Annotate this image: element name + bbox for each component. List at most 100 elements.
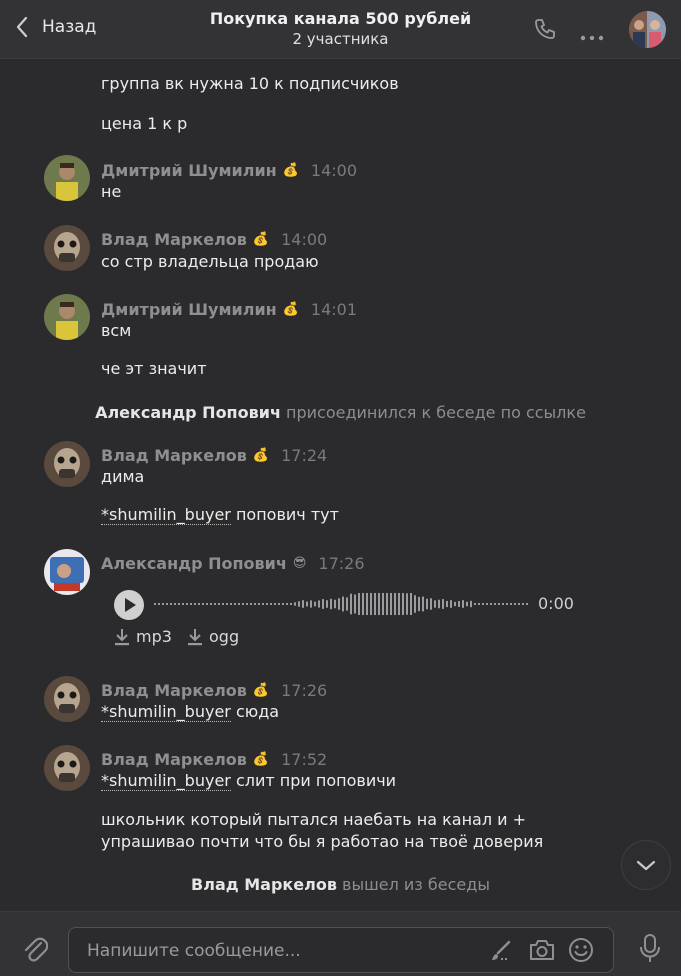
avatar-vlad[interactable]: [44, 676, 90, 722]
waveform-bar: [394, 593, 396, 615]
waveform-bar: [162, 603, 164, 605]
message-author[interactable]: Дмитрий Шумилин 💰 14:01: [101, 299, 357, 321]
scroll-down-button[interactable]: [621, 840, 671, 890]
waveform-bar: [166, 603, 168, 605]
waveform-bar: [282, 603, 284, 605]
waveform-bar: [230, 603, 232, 605]
more-button[interactable]: [580, 26, 604, 45]
message-time: 17:24: [281, 446, 328, 465]
service-user-name[interactable]: Влад Маркелов: [191, 875, 337, 894]
chat-title-block[interactable]: Покупка канала 500 рублей 2 участника: [0, 9, 681, 49]
avatar-vlad[interactable]: [44, 441, 90, 487]
waveform-bar: [178, 603, 180, 605]
avatar-dmitry[interactable]: [44, 294, 90, 340]
message-author[interactable]: Влад Маркелов 💰 17:52: [101, 749, 327, 771]
voice-record-button[interactable]: [639, 934, 661, 968]
service-text: присоединился к беседе по ссылке: [286, 403, 586, 422]
waveform-bar: [522, 603, 524, 605]
download-mp3-link[interactable]: mp3: [114, 627, 172, 646]
avatar-vlad[interactable]: [44, 745, 90, 791]
message-text: группа вк нужна 10 к подписчиков: [101, 74, 399, 93]
message-text-rest: слит при поповичи: [230, 771, 397, 790]
message-text: не: [101, 182, 122, 201]
waveform-bar: [406, 593, 408, 615]
chat-avatar[interactable]: [629, 11, 666, 48]
waveform-bar: [374, 593, 376, 615]
waveform-bar: [194, 603, 196, 605]
waveform-bar: [482, 603, 484, 605]
waveform-bar: [310, 600, 312, 608]
voice-message: 0:00: [114, 590, 584, 620]
avatar-dmitry[interactable]: [44, 155, 90, 201]
waveform-bar: [386, 593, 388, 615]
chat-subtitle: 2 участника: [292, 30, 389, 48]
avatar-vlad[interactable]: [44, 225, 90, 271]
waveform-bar: [362, 593, 364, 615]
service-user-name[interactable]: Александр Попович: [95, 403, 281, 422]
author-name: Влад Маркелов: [101, 681, 247, 700]
user-mention-link[interactable]: *shumilin_buyer: [101, 505, 231, 525]
author-name: Влад Маркелов: [101, 446, 247, 465]
play-button[interactable]: [114, 590, 144, 620]
attach-button[interactable]: [22, 934, 49, 968]
waveform-bar: [266, 603, 268, 605]
message-author[interactable]: Влад Маркелов 💰 14:00: [101, 229, 327, 251]
waveform-bar: [358, 593, 360, 615]
waveform-bar: [290, 603, 292, 605]
user-mention-link[interactable]: *shumilin_buyer: [101, 702, 231, 722]
waveform-bar: [206, 603, 208, 605]
waveform-bar: [442, 599, 444, 609]
author-name: Влад Маркелов: [101, 230, 247, 249]
waveform-bar: [438, 599, 440, 609]
user-mention-link[interactable]: *shumilin_buyer: [101, 771, 231, 791]
message-author[interactable]: Влад Маркелов 💰 17:24: [101, 445, 327, 467]
message-author[interactable]: Александр Попович 😎 17:26: [101, 553, 365, 575]
service-text: вышел из беседы: [342, 875, 490, 894]
waveform-bar: [306, 601, 308, 607]
waveform-bar: [346, 597, 348, 611]
waveform-bar: [390, 593, 392, 615]
waveform-bar: [326, 600, 328, 608]
waveform-bar: [294, 602, 296, 606]
waveform-bar: [314, 601, 316, 607]
download-ogg-link[interactable]: ogg: [187, 627, 239, 646]
author-name: Александр Попович: [101, 554, 287, 573]
message-time: 14:01: [310, 300, 358, 319]
waveform-bar: [170, 603, 172, 605]
chevron-down-icon: [636, 860, 656, 871]
waveform-bar: [182, 603, 184, 605]
waveform-bar: [430, 598, 432, 610]
waveform-bar: [434, 600, 436, 608]
message-time: 14:00: [310, 161, 358, 180]
waveform-bar: [506, 603, 508, 605]
author-name: Дмитрий Шумилин: [101, 300, 277, 319]
camera-button[interactable]: [528, 938, 556, 966]
graffiti-button[interactable]: [489, 939, 513, 967]
waveform-bar: [398, 593, 400, 615]
waveform-bar: [410, 593, 412, 615]
message-input[interactable]: [85, 928, 479, 974]
message-text: школьник который пытался наебать на кана…: [101, 810, 527, 829]
waveform-bar: [174, 603, 176, 605]
avatar-alexander[interactable]: [44, 549, 90, 595]
message-text: *shumilin_buyer попович тут: [101, 504, 339, 526]
call-button[interactable]: [533, 17, 557, 45]
waveform-bar: [414, 595, 416, 613]
message-author[interactable]: Дмитрий Шумилин 💰 14:00: [101, 160, 357, 182]
emoji-button[interactable]: [568, 937, 594, 967]
waveform-bar: [458, 601, 460, 607]
message-author[interactable]: Влад Маркелов 💰 17:26: [101, 680, 327, 702]
waveform-bar: [426, 598, 428, 610]
waveform-bar: [378, 593, 380, 615]
download-icon: [115, 628, 129, 645]
message-input-box[interactable]: [68, 927, 614, 974]
waveform-bar: [402, 593, 404, 615]
money-bag-icon: 💰: [282, 163, 299, 178]
waveform-bar: [446, 600, 448, 608]
waveform[interactable]: [154, 592, 530, 616]
download-ogg-label: ogg: [209, 627, 240, 646]
waveform-bar: [474, 603, 476, 605]
waveform-bar: [250, 603, 252, 605]
smiley-icon: [569, 938, 593, 962]
waveform-bar: [222, 603, 224, 605]
